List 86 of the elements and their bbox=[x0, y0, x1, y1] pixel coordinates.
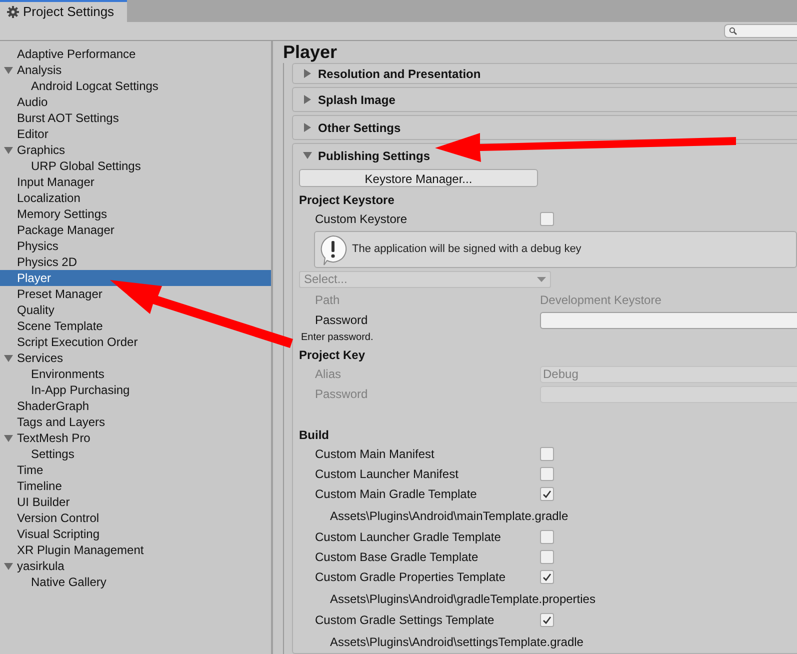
sidebar-item[interactable]: Adaptive Performance bbox=[0, 46, 271, 62]
checkbox[interactable] bbox=[540, 467, 554, 481]
help-message: The application will be signed with a debug key bbox=[352, 242, 582, 258]
setting-label: Password bbox=[314, 386, 369, 403]
sidebar-item[interactable]: Localization bbox=[0, 190, 271, 206]
expanded-triangle-icon bbox=[303, 151, 312, 160]
keystore-manager-button[interactable]: Keystore Manager... bbox=[299, 169, 538, 187]
section-heading: Project Key bbox=[299, 347, 366, 364]
page-title: Player bbox=[283, 40, 338, 64]
setting-label: Custom Launcher Manifest bbox=[314, 466, 460, 483]
dropdown-caret-icon bbox=[537, 276, 546, 282]
checkbox[interactable] bbox=[540, 550, 554, 564]
sidebar-item[interactable]: Analysis bbox=[0, 62, 271, 78]
sidebar-item[interactable]: Settings bbox=[0, 446, 271, 462]
hint-text: Enter password. bbox=[300, 330, 374, 344]
section-heading: Project Keystore bbox=[299, 192, 394, 209]
sidebar-item[interactable]: Scene Template bbox=[0, 318, 271, 334]
sidebar-item[interactable]: Timeline bbox=[0, 478, 271, 494]
setting-label: Custom Base Gradle Template bbox=[314, 549, 480, 566]
sidebar-item[interactable]: Graphics bbox=[0, 142, 271, 158]
checkbox[interactable] bbox=[540, 613, 554, 627]
sidebar-item[interactable]: Quality bbox=[0, 302, 271, 318]
foldout-header[interactable]: Resolution and Presentation bbox=[293, 64, 797, 83]
file-path: Assets\Plugins\Android\settingsTemplate.gradle bbox=[329, 634, 584, 650]
sidebar-item[interactable]: Memory Settings bbox=[0, 206, 271, 222]
checkbox[interactable] bbox=[540, 487, 554, 501]
sidebar-item[interactable]: Physics 2D bbox=[0, 254, 271, 270]
gear-icon bbox=[7, 6, 19, 18]
collapsed-triangle-icon bbox=[303, 123, 312, 132]
checkbox[interactable] bbox=[540, 530, 554, 544]
checkbox[interactable] bbox=[540, 447, 554, 461]
sidebar-item[interactable]: Services bbox=[0, 350, 271, 366]
sidebar-item[interactable]: Script Execution Order bbox=[0, 334, 271, 350]
collapsed-triangle-icon bbox=[303, 69, 312, 78]
sidebar-item[interactable]: Visual Scripting bbox=[0, 526, 271, 542]
sidebar-item[interactable]: Player bbox=[0, 270, 271, 286]
setting-label: Path bbox=[314, 292, 341, 309]
setting-label: Custom Keystore bbox=[314, 211, 408, 228]
sidebar-item[interactable]: Tags and Layers bbox=[0, 414, 271, 430]
sidebar-item[interactable]: In-App Purchasing bbox=[0, 382, 271, 398]
sidebar-item[interactable]: Android Logcat Settings bbox=[0, 78, 271, 94]
sidebar-item[interactable]: Preset Manager bbox=[0, 286, 271, 302]
expanded-triangle-icon[interactable] bbox=[4, 354, 13, 362]
setting-label: Custom Launcher Gradle Template bbox=[314, 529, 502, 546]
checkbox[interactable] bbox=[540, 212, 554, 226]
sidebar-item[interactable]: Physics bbox=[0, 238, 271, 254]
sidebar-item[interactable]: Input Manager bbox=[0, 174, 271, 190]
collapsed-triangle-icon bbox=[303, 95, 312, 104]
exclamation-icon bbox=[318, 234, 348, 266]
section-heading: Build bbox=[299, 427, 329, 444]
sidebar-item[interactable]: Native Gallery bbox=[0, 574, 271, 590]
search-icon bbox=[729, 27, 737, 35]
setting-label: Password bbox=[314, 312, 369, 329]
expanded-triangle-icon[interactable] bbox=[4, 434, 13, 442]
sidebar-item[interactable]: Time bbox=[0, 462, 271, 478]
window-tab[interactable]: Project Settings bbox=[0, 0, 127, 22]
foldout-header[interactable]: Other Settings bbox=[293, 116, 797, 139]
search-field[interactable] bbox=[724, 24, 797, 38]
setting-label: Custom Gradle Settings Template bbox=[314, 612, 496, 629]
sidebar-item[interactable]: ShaderGraph bbox=[0, 398, 271, 414]
expanded-triangle-icon[interactable] bbox=[4, 562, 13, 570]
sidebar-item[interactable]: UI Builder bbox=[0, 494, 271, 510]
setting-label: Custom Main Manifest bbox=[314, 446, 436, 463]
sidebar-item[interactable]: Version Control bbox=[0, 510, 271, 526]
setting-value: Development Keystore bbox=[540, 292, 662, 309]
setting-label: Alias bbox=[314, 366, 342, 383]
setting-label: Custom Main Gradle Template bbox=[314, 486, 478, 503]
foldout-header[interactable]: Publishing Settings bbox=[293, 144, 797, 167]
foldout-header[interactable]: Splash Image bbox=[293, 88, 797, 111]
expanded-triangle-icon[interactable] bbox=[4, 66, 13, 74]
checkbox[interactable] bbox=[540, 570, 554, 584]
sidebar-item[interactable]: Editor bbox=[0, 126, 271, 142]
sidebar-item[interactable]: Environments bbox=[0, 366, 271, 382]
setting-label: Custom Gradle Properties Template bbox=[314, 569, 507, 586]
sidebar-item[interactable]: TextMesh Pro bbox=[0, 430, 271, 446]
sidebar-item[interactable]: URP Global Settings bbox=[0, 158, 271, 174]
sidebar-item[interactable]: XR Plugin Management bbox=[0, 542, 271, 558]
sidebar-item[interactable]: Package Manager bbox=[0, 222, 271, 238]
sidebar-item[interactable]: Burst AOT Settings bbox=[0, 110, 271, 126]
sidebar-item[interactable]: yasirkula bbox=[0, 558, 271, 574]
file-path: Assets\Plugins\Android\mainTemplate.gradle bbox=[329, 508, 568, 524]
tab-label: Project Settings bbox=[23, 3, 114, 22]
expanded-triangle-icon[interactable] bbox=[4, 146, 13, 154]
sidebar-item[interactable]: Audio bbox=[0, 94, 271, 110]
file-path: Assets\Plugins\Android\gradleTemplate.properties bbox=[329, 590, 596, 608]
input-field[interactable] bbox=[540, 312, 797, 328]
